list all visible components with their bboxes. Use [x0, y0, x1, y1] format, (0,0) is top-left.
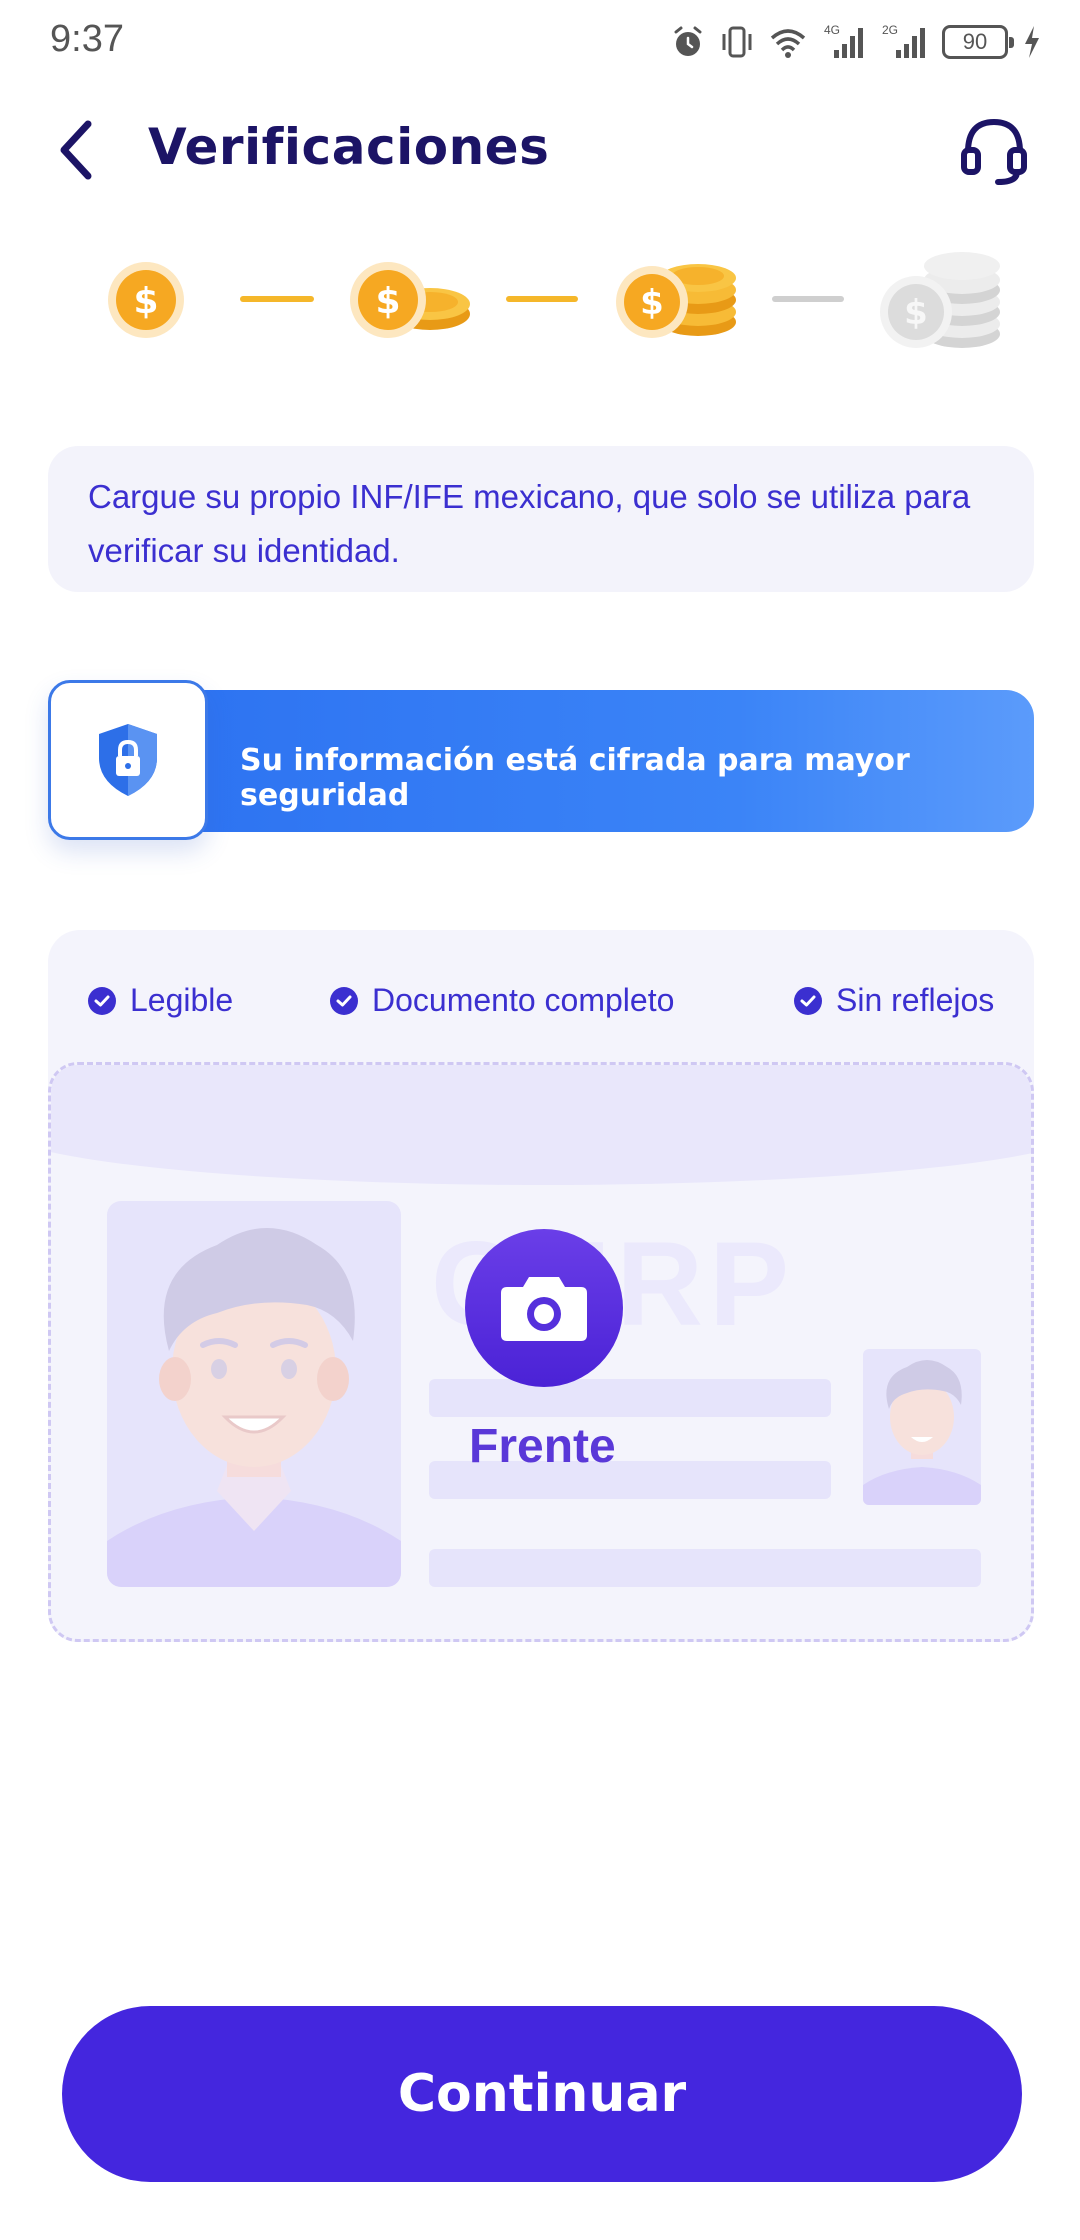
requirement-no-glare: Sin reflejos: [794, 982, 994, 1019]
step-3: $: [612, 240, 742, 360]
id-card-header-band: [51, 1065, 1031, 1185]
requirement-legible: Legible: [88, 982, 233, 1019]
step-connector-3: [772, 296, 844, 302]
check-circle-icon: [794, 986, 822, 1015]
camera-button[interactable]: [465, 1229, 623, 1387]
svg-text:$: $: [640, 283, 664, 323]
signal-4g-icon: 4G: [824, 23, 863, 58]
info-card: Cargue su propio INF/IFE mexicano, que s…: [48, 446, 1034, 592]
signal-2g-icon: 2G: [882, 23, 925, 58]
status-icons: 4G 2G 90: [670, 20, 1042, 64]
step-1: $: [104, 240, 188, 360]
coin-stack-large-icon: $: [880, 252, 1000, 348]
step-connector-1: [240, 296, 314, 302]
check-circle-icon: [88, 986, 116, 1015]
status-time: 9:37: [50, 18, 124, 60]
coin-stack-icon: $: [616, 264, 736, 338]
step-connector-2: [506, 296, 578, 302]
id-portrait-placeholder: [107, 1201, 401, 1587]
id-front-upload-area[interactable]: CURP Frente: [48, 1062, 1034, 1642]
coin-double-icon: $: [350, 262, 470, 338]
progress-stepper: $ $ $ $: [0, 240, 1080, 360]
requirements-row: Legible Documento completo Sin reflejos: [48, 982, 1034, 1032]
requirement-complete: Documento completo: [330, 982, 674, 1019]
id-text-line: [429, 1549, 981, 1587]
camera-icon: [501, 1277, 587, 1341]
step-2: $: [346, 240, 476, 360]
page-title: Verificaciones: [148, 118, 550, 176]
support-button[interactable]: [952, 108, 1036, 192]
coin-single-icon: $: [108, 262, 184, 338]
back-button[interactable]: [44, 114, 108, 186]
id-mini-portrait: [863, 1349, 981, 1505]
requirement-label: Documento completo: [372, 982, 675, 1018]
security-shield-box: [48, 680, 208, 840]
svg-text:$: $: [904, 293, 928, 333]
id-text-line: [429, 1379, 831, 1417]
battery-level: 90: [962, 29, 988, 54]
network-label-4g: 4G: [824, 23, 840, 37]
requirement-label: Legible: [130, 982, 234, 1018]
svg-text:$: $: [375, 281, 400, 322]
security-text: Su información está cifrada para mayor s…: [240, 743, 910, 813]
requirement-label: Sin reflejos: [836, 982, 995, 1018]
chevron-left-icon: [60, 120, 92, 180]
svg-text:$: $: [133, 281, 158, 322]
status-bar: 9:37 4G 2G 90: [0, 0, 1080, 84]
step-4: $: [876, 240, 1006, 360]
id-upload-card: Legible Documento completo Sin reflejos: [48, 930, 1034, 1642]
charging-icon: [1025, 26, 1039, 58]
id-side-label: Frente: [469, 1420, 616, 1473]
check-circle-icon: [330, 986, 358, 1015]
vibrate-icon: [722, 26, 752, 58]
wifi-icon: [770, 29, 806, 58]
info-text: Cargue su propio INF/IFE mexicano, que s…: [88, 478, 971, 569]
headset-icon: [961, 118, 1027, 185]
continue-button[interactable]: Continuar: [62, 2006, 1022, 2182]
person-illustration-icon: [107, 1228, 401, 1587]
alarm-icon: [674, 26, 702, 56]
app-header: Verificaciones: [0, 100, 1080, 200]
shield-lock-icon: [99, 724, 157, 796]
person-small-icon: [863, 1360, 981, 1505]
network-label-2g: 2G: [882, 23, 898, 37]
battery-icon: 90: [942, 25, 1014, 59]
